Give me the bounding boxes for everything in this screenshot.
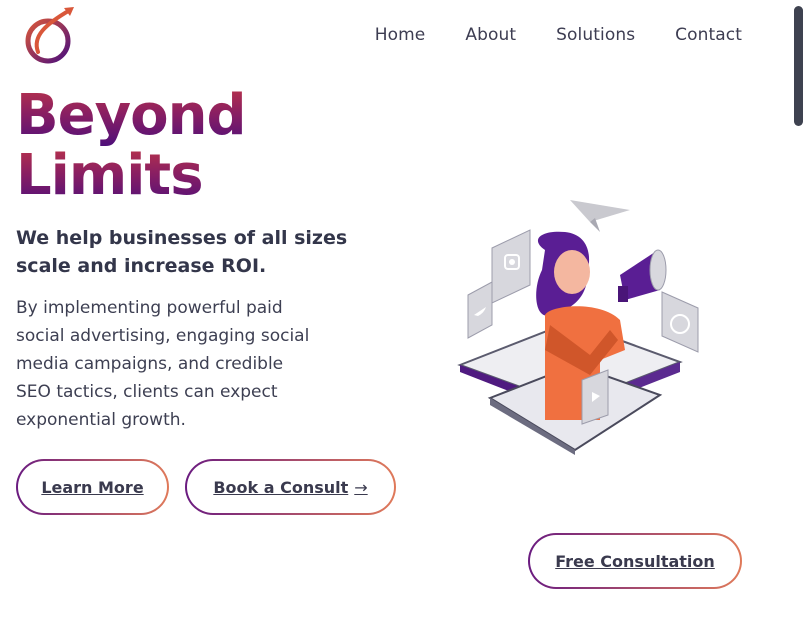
megaphone-illustration [457,200,699,455]
nav-contact[interactable]: Contact [675,22,742,48]
learn-more-button[interactable]: Learn More [16,459,169,515]
twitter-icon [467,281,493,339]
megaphone-icon [618,249,667,302]
hero-body: By implementing powerful paid social adv… [16,298,310,430]
hero-title: Beyond Limits [16,83,247,206]
free-consultation-button[interactable]: Free Consultation [528,533,742,589]
nav-home[interactable]: Home [375,22,426,48]
book-consult-button[interactable]: Book a Consult → [185,459,396,515]
learn-more-label: Learn More [41,477,144,497]
scrollbar-thumb[interactable] [794,6,803,126]
nav-solutions[interactable]: Solutions [556,22,635,48]
hero-subhead: We help businesses of all sizes scale an… [16,227,348,277]
hero-title-line1: Beyond [16,83,247,148]
scrollbar-track[interactable] [791,0,805,625]
nav-about[interactable]: About [465,22,516,48]
facebook-icon [661,291,699,353]
arrow-right-icon: → [354,477,368,497]
book-consult-label: Book a Consult [213,477,349,497]
youtube-icon [581,369,609,425]
paper-plane-icon [570,200,630,232]
hero-title-line2: Limits [16,146,246,206]
instagram-icon [491,229,531,304]
free-consultation-label: Free Consultation [555,551,715,571]
main-nav: Home About Solutions Contact [375,22,742,48]
brand-logo-icon[interactable] [24,6,76,66]
